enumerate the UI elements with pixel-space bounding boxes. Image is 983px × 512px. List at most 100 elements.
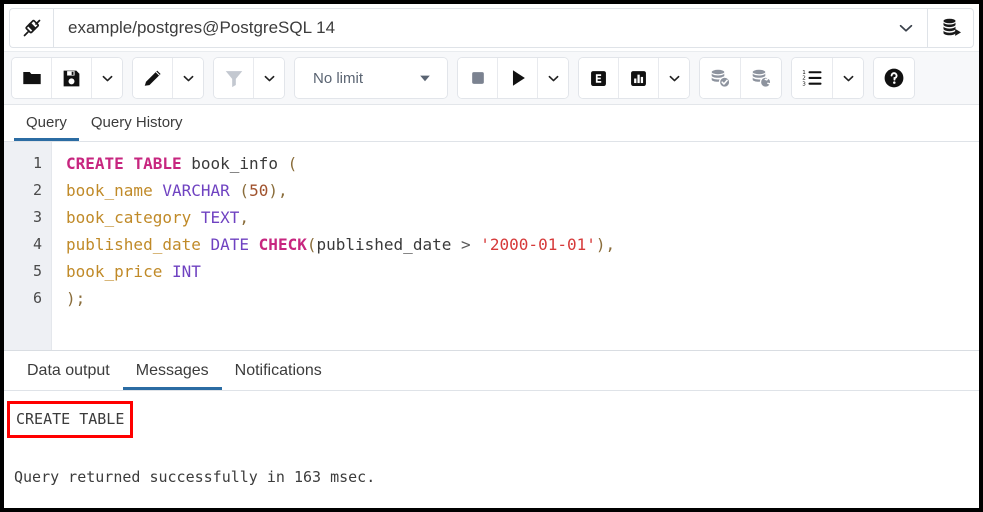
folder-icon xyxy=(21,67,43,89)
tab-notifications[interactable]: Notifications xyxy=(222,362,335,390)
chevron-down-icon xyxy=(546,71,561,86)
code-token xyxy=(153,181,163,200)
tab-data-output-label: Data output xyxy=(27,362,110,379)
line-number: 2 xyxy=(4,177,51,204)
code-token: TABLE xyxy=(133,154,181,173)
row-limit-select[interactable]: No limit xyxy=(295,58,447,98)
pencil-icon xyxy=(142,67,164,89)
code-token: CREATE xyxy=(66,154,124,173)
question-circle-icon xyxy=(882,66,906,90)
code-token: 50 xyxy=(249,181,268,200)
tab-query-label: Query xyxy=(26,114,67,131)
code-token: , xyxy=(239,208,249,227)
highlight-annotation: CREATE TABLE xyxy=(14,401,979,438)
line-number: 5 xyxy=(4,258,51,285)
code-token xyxy=(278,154,288,173)
stop-query-button[interactable] xyxy=(458,58,498,98)
messages-panel: CREATE TABLE Query returned successfully… xyxy=(4,391,979,508)
messages-spacer xyxy=(14,438,979,460)
line-number: 3 xyxy=(4,204,51,231)
transaction-button-group xyxy=(699,57,782,99)
explain-button[interactable] xyxy=(579,58,619,98)
macros-button-group: 1 2 3 xyxy=(791,57,864,99)
code-token: book_info xyxy=(191,154,278,173)
code-token: , xyxy=(278,181,288,200)
database-commit-check-icon xyxy=(708,66,732,90)
explain-button-group xyxy=(578,57,690,99)
execute-query-button[interactable] xyxy=(498,58,538,98)
open-file-button[interactable] xyxy=(12,58,52,98)
code-line: published_date DATE CHECK(published_date… xyxy=(66,231,979,258)
caret-down-filled-icon xyxy=(417,70,433,86)
explain-options-caret[interactable] xyxy=(659,58,689,98)
commit-button[interactable] xyxy=(700,58,741,98)
sql-code-area[interactable]: CREATE TABLE book_info ( book_name VARCHA… xyxy=(52,142,979,350)
code-token: published_date xyxy=(316,235,451,254)
chevron-down-icon xyxy=(897,19,915,37)
tab-messages-label: Messages xyxy=(136,362,209,379)
save-floppy-icon xyxy=(61,68,82,89)
line-number: 4 xyxy=(4,231,51,258)
line-number: 6 xyxy=(4,285,51,312)
code-token: ) xyxy=(66,289,76,308)
bar-chart-icon xyxy=(628,68,649,89)
code-token: > xyxy=(461,235,471,254)
execute-options-caret[interactable] xyxy=(538,58,568,98)
save-options-caret[interactable] xyxy=(92,58,122,98)
query-tab-bar: Query Query History xyxy=(4,105,979,142)
code-token xyxy=(201,235,211,254)
execute-button-group xyxy=(457,57,569,99)
tab-messages[interactable]: Messages xyxy=(123,362,222,390)
tab-query[interactable]: Query xyxy=(14,114,79,141)
code-token: ; xyxy=(76,289,86,308)
sql-editor[interactable]: 1 2 3 4 5 6 CREATE TABLE book_info ( book… xyxy=(4,142,979,351)
file-button-group xyxy=(11,57,123,99)
rollback-button[interactable] xyxy=(741,58,781,98)
code-token: TEXT xyxy=(201,208,240,227)
main-toolbar: No limit xyxy=(4,52,979,105)
chevron-down-icon xyxy=(841,71,856,86)
play-triangle-icon xyxy=(507,67,529,89)
tab-query-history-label: Query History xyxy=(91,114,183,131)
code-line: book_category TEXT, xyxy=(66,204,979,231)
code-line: ); xyxy=(66,285,979,312)
help-button[interactable] xyxy=(874,58,914,98)
connection-selector[interactable]: example/postgres@PostgreSQL 14 xyxy=(53,8,928,48)
code-line: book_name VARCHAR (50), xyxy=(66,177,979,204)
stop-square-icon xyxy=(468,68,488,88)
code-token: , xyxy=(606,235,616,254)
connection-bar: example/postgres@PostgreSQL 14 xyxy=(4,4,979,52)
code-token xyxy=(451,235,461,254)
svg-text:3: 3 xyxy=(802,81,806,87)
edit-button[interactable] xyxy=(133,58,173,98)
code-token: book_name xyxy=(66,181,153,200)
code-token xyxy=(162,262,172,281)
filter-options-caret[interactable] xyxy=(254,58,284,98)
code-token: book_price xyxy=(66,262,162,281)
save-file-button[interactable] xyxy=(52,58,92,98)
help-button-group xyxy=(873,57,915,99)
macros-button[interactable]: 1 2 3 xyxy=(792,58,833,98)
macros-caret[interactable] xyxy=(833,58,863,98)
chevron-down-icon xyxy=(100,71,115,86)
code-token: ) xyxy=(268,181,278,200)
tab-data-output[interactable]: Data output xyxy=(14,362,123,390)
database-connect-button[interactable] xyxy=(928,8,974,48)
tab-query-history[interactable]: Query History xyxy=(79,114,195,141)
chevron-down-icon xyxy=(181,71,196,86)
code-token: ( xyxy=(288,154,298,173)
line-number-gutter: 1 2 3 4 5 6 xyxy=(4,142,52,350)
code-token xyxy=(249,235,259,254)
code-token: INT xyxy=(172,262,201,281)
database-connect-icon xyxy=(939,16,963,40)
edit-options-caret[interactable] xyxy=(173,58,203,98)
row-limit-label: No limit xyxy=(313,70,363,87)
explain-e-icon xyxy=(588,68,609,89)
explain-analyze-button[interactable] xyxy=(619,58,659,98)
filter-button[interactable] xyxy=(214,58,254,98)
query-tool-window: example/postgres@PostgreSQL 14 xyxy=(0,0,983,512)
chevron-down-icon xyxy=(667,71,682,86)
code-token xyxy=(124,154,134,173)
chevron-down-icon xyxy=(262,71,277,86)
message-command-tag: CREATE TABLE xyxy=(16,410,124,428)
